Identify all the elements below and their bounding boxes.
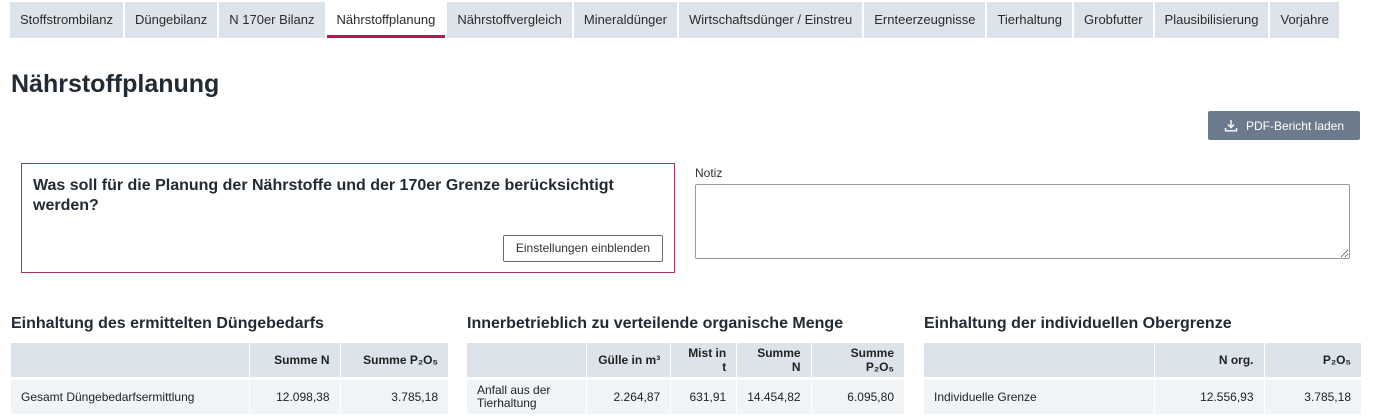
- table-cell: 2.264,87: [586, 380, 672, 414]
- section-title-organische-menge: Innerbetrieblich zu verteilende organisc…: [467, 315, 844, 332]
- tab-ernteerzeugnisse[interactable]: Ernteerzeugnisse: [864, 2, 986, 38]
- duengebedarf-table: Summe N Summe P₂O₅ Gesamt Düngebedarfser…: [11, 343, 448, 414]
- table-cell: 3.785,18: [340, 380, 448, 414]
- table-cell: 12.098,38: [249, 380, 341, 414]
- tab-mineralduenger[interactable]: Mineraldünger: [573, 2, 677, 38]
- tab-stoffstrombilanz[interactable]: Stoffstrombilanz: [10, 2, 123, 38]
- row-label: Individuelle Grenze: [924, 380, 1155, 414]
- tab-plausibilisierung[interactable]: Plausibilisierung: [1154, 2, 1269, 38]
- tab-wirtschaftsduenger[interactable]: Wirtschaftsdünger / Einstreu: [678, 2, 863, 38]
- table-header: Summe P₂O₅: [811, 343, 904, 377]
- table-row: Individuelle Grenze 12.556,93 3.785,18: [924, 380, 1361, 414]
- table-cell: 6.095,80: [811, 380, 904, 414]
- tab-vorjahre[interactable]: Vorjahre: [1270, 2, 1339, 38]
- table-cell: 14.454,82: [736, 380, 812, 414]
- table-row: Gesamt Düngebedarfsermittlung 12.098,38 …: [11, 380, 448, 414]
- table-header: [924, 343, 1155, 377]
- obergrenze-table: N org. P₂O₅ Individuelle Grenze 12.556,9…: [924, 343, 1361, 414]
- pdf-report-button-label: PDF-Bericht laden: [1245, 118, 1345, 133]
- organische-menge-table: Gülle in m³ Mist in t Summe N Summe P₂O₅…: [467, 343, 904, 414]
- notiz-label: Notiz: [695, 166, 723, 180]
- table-header: [11, 343, 250, 377]
- table-cell: 631,91: [670, 380, 738, 414]
- table-header: [467, 343, 588, 377]
- table-header: P₂O₅: [1264, 343, 1361, 377]
- table-cell: 12.556,93: [1154, 380, 1265, 414]
- download-icon: [1224, 119, 1238, 132]
- tab-duengebilanz[interactable]: Düngebilanz: [124, 2, 218, 38]
- table-cell: 3.785,18: [1264, 380, 1361, 414]
- table-header: N org.: [1154, 343, 1265, 377]
- tab-naehrstoffvergleich[interactable]: Nährstoffvergleich: [447, 2, 572, 38]
- section-title-duengebedarf: Einhaltung des ermittelten Düngebedarfs: [11, 315, 324, 332]
- tab-grobfutter[interactable]: Grobfutter: [1074, 2, 1153, 38]
- planning-settings-box: Was soll für die Planung der Nährstoffe …: [21, 163, 675, 273]
- table-header-row: Summe N Summe P₂O₅: [11, 343, 448, 377]
- tab-tierhaltung[interactable]: Tierhaltung: [987, 2, 1072, 38]
- table-row: Anfall aus der Tierhaltung 2.264,87 631,…: [467, 380, 904, 414]
- tab-n170er-bilanz[interactable]: N 170er Bilanz: [219, 2, 325, 38]
- pdf-report-button[interactable]: PDF-Bericht laden: [1208, 111, 1360, 140]
- show-settings-button[interactable]: Einstellungen einblenden: [502, 235, 663, 262]
- table-header: Summe N: [249, 343, 341, 377]
- tab-naehrstoffplanung[interactable]: Nährstoffplanung: [326, 2, 446, 38]
- table-header: Summe N: [736, 343, 812, 377]
- table-header: Summe P₂O₅: [340, 343, 448, 377]
- table-header-row: Gülle in m³ Mist in t Summe N Summe P₂O₅: [467, 343, 904, 377]
- tab-bar: Stoffstrombilanz Düngebilanz N 170er Bil…: [10, 2, 1339, 38]
- settings-question: Was soll für die Planung der Nährstoffe …: [33, 177, 614, 214]
- table-header: Mist in t: [670, 343, 738, 377]
- page-title: Nährstoffplanung: [11, 70, 220, 98]
- row-label: Gesamt Düngebedarfsermittlung: [11, 380, 250, 414]
- table-header-row: N org. P₂O₅: [924, 343, 1361, 377]
- section-title-obergrenze: Einhaltung der individuellen Obergrenze: [924, 315, 1232, 332]
- row-label: Anfall aus der Tierhaltung: [467, 380, 588, 414]
- notiz-textarea[interactable]: [695, 184, 1350, 259]
- table-header: Gülle in m³: [586, 343, 672, 377]
